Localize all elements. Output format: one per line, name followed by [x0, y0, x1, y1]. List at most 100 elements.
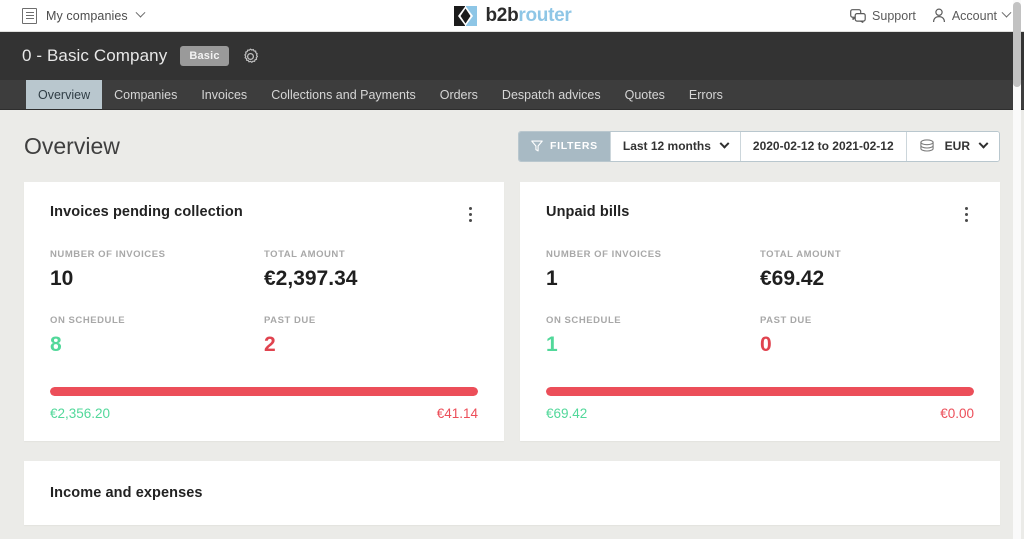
card-title: Unpaid bills [546, 204, 629, 220]
metric-value: 10 [50, 267, 264, 291]
support-menu[interactable]: Support [850, 9, 916, 23]
card-metrics-secondary: ON SCHEDULE 8 PAST DUE 2 [50, 315, 478, 357]
topbar-right-group: Support Account [850, 8, 1010, 23]
tab-companies[interactable]: Companies [102, 80, 189, 109]
filters-label: FILTERS [550, 140, 598, 152]
metric-label: TOTAL AMOUNT [264, 249, 478, 260]
tab-despatch-advices[interactable]: Despatch advices [490, 80, 613, 109]
account-menu[interactable]: Account [932, 8, 1010, 23]
main-content: Overview FILTERS Last 12 months 2020-02-… [0, 110, 1024, 525]
gear-icon[interactable] [242, 48, 259, 65]
my-companies-menu[interactable]: My companies [22, 8, 144, 24]
b2brouter-logo[interactable]: b2brouter [453, 5, 572, 27]
chat-bubbles-icon [850, 9, 866, 23]
kebab-menu-icon[interactable] [959, 204, 974, 225]
tab-errors[interactable]: Errors [677, 80, 735, 109]
app-viewport: My companies b2brouter [0, 0, 1024, 539]
page-scrollbar[interactable] [1013, 0, 1021, 539]
funnel-icon [531, 140, 543, 152]
metric-value: 1 [546, 267, 760, 291]
tab-label: Despatch advices [502, 88, 601, 102]
card-header: Invoices pending collection [50, 204, 478, 225]
coins-icon [919, 139, 935, 153]
metric-total-amount: TOTAL AMOUNT €69.42 [760, 249, 974, 291]
card-title: Income and expenses [50, 485, 974, 501]
progress-bar-legend: €69.42 €0.00 [546, 406, 974, 421]
tab-label: Collections and Payments [271, 88, 416, 102]
tab-overview[interactable]: Overview [26, 80, 102, 109]
legend-past-due-amount: €41.14 [437, 406, 478, 421]
tab-invoices[interactable]: Invoices [189, 80, 259, 109]
metric-value: €69.42 [760, 267, 974, 291]
metric-value: 2 [264, 333, 478, 357]
metric-past-due: PAST DUE 0 [760, 315, 974, 357]
metric-label: PAST DUE [760, 315, 974, 326]
chevron-down-icon [979, 138, 989, 148]
scrollbar-thumb[interactable] [1013, 2, 1021, 87]
my-companies-label: My companies [46, 9, 128, 23]
chevron-down-icon [135, 8, 145, 18]
progress-bar-fill [546, 387, 974, 396]
metric-past-due: PAST DUE 2 [264, 315, 478, 357]
card-invoices-pending-collection: Invoices pending collection NUMBER OF IN… [24, 182, 504, 441]
card-metrics-secondary: ON SCHEDULE 1 PAST DUE 0 [546, 315, 974, 357]
chevron-down-icon [719, 138, 729, 148]
metric-on-schedule: ON SCHEDULE 8 [50, 315, 264, 357]
card-title: Invoices pending collection [50, 204, 243, 220]
summary-cards: Invoices pending collection NUMBER OF IN… [24, 182, 1000, 441]
legend-past-due-amount: €0.00 [940, 406, 974, 421]
date-range-field[interactable]: 2020-02-12 to 2021-02-12 [740, 132, 906, 161]
logo-b2b: b2b [486, 5, 519, 26]
tab-label: Quotes [625, 88, 665, 102]
currency-value: EUR [945, 139, 970, 153]
metric-value: €2,397.34 [264, 267, 478, 291]
tab-label: Companies [114, 88, 177, 102]
metric-label: PAST DUE [264, 315, 478, 326]
tab-collections-and-payments[interactable]: Collections and Payments [259, 80, 428, 109]
progress-bar [546, 387, 974, 396]
legend-on-schedule-amount: €2,356.20 [50, 406, 110, 421]
metric-label: ON SCHEDULE [546, 315, 760, 326]
card-income-and-expenses: Income and expenses [24, 461, 1000, 525]
currency-select[interactable]: EUR [906, 132, 999, 161]
b2brouter-logo-icon [453, 5, 479, 27]
building-icon [22, 8, 37, 24]
date-range-value: 2020-02-12 to 2021-02-12 [753, 139, 894, 153]
metric-value: 8 [50, 333, 264, 357]
logo-router: router [518, 5, 571, 26]
company-header: 0 - Basic Company Basic [0, 32, 1024, 80]
page-header: Overview FILTERS Last 12 months 2020-02-… [24, 110, 1000, 182]
card-unpaid-bills: Unpaid bills NUMBER OF INVOICES 1 TOTAL … [520, 182, 1000, 441]
period-value: Last 12 months [623, 139, 711, 153]
tab-label: Orders [440, 88, 478, 102]
metric-number-of-invoices: NUMBER OF INVOICES 10 [50, 249, 264, 291]
tab-label: Invoices [201, 88, 247, 102]
metric-label: ON SCHEDULE [50, 315, 264, 326]
logo-text: b2brouter [486, 5, 572, 27]
metric-value: 1 [546, 333, 760, 357]
user-icon [932, 8, 946, 23]
tab-quotes[interactable]: Quotes [613, 80, 677, 109]
tab-orders[interactable]: Orders [428, 80, 490, 109]
company-name: 0 - Basic Company [22, 46, 167, 66]
filters-button[interactable]: FILTERS [519, 132, 610, 161]
card-metrics-primary: NUMBER OF INVOICES 10 TOTAL AMOUNT €2,39… [50, 249, 478, 291]
period-select[interactable]: Last 12 months [610, 132, 740, 161]
metric-number-of-invoices: NUMBER OF INVOICES 1 [546, 249, 760, 291]
filters-toolbar: FILTERS Last 12 months 2020-02-12 to 202… [518, 131, 1000, 162]
tab-label: Errors [689, 88, 723, 102]
legend-on-schedule-amount: €69.42 [546, 406, 587, 421]
progress-bar [50, 387, 478, 396]
metric-label: NUMBER OF INVOICES [50, 249, 264, 260]
section-tabbar: Overview Companies Invoices Collections … [0, 80, 1024, 110]
plan-badge: Basic [180, 46, 228, 66]
account-label: Account [952, 9, 997, 23]
chevron-down-icon [1002, 8, 1012, 18]
metric-total-amount: TOTAL AMOUNT €2,397.34 [264, 249, 478, 291]
kebab-menu-icon[interactable] [463, 204, 478, 225]
metric-label: NUMBER OF INVOICES [546, 249, 760, 260]
tab-label: Overview [38, 88, 90, 102]
progress-bar-legend: €2,356.20 €41.14 [50, 406, 478, 421]
metric-on-schedule: ON SCHEDULE 1 [546, 315, 760, 357]
metric-label: TOTAL AMOUNT [760, 249, 974, 260]
